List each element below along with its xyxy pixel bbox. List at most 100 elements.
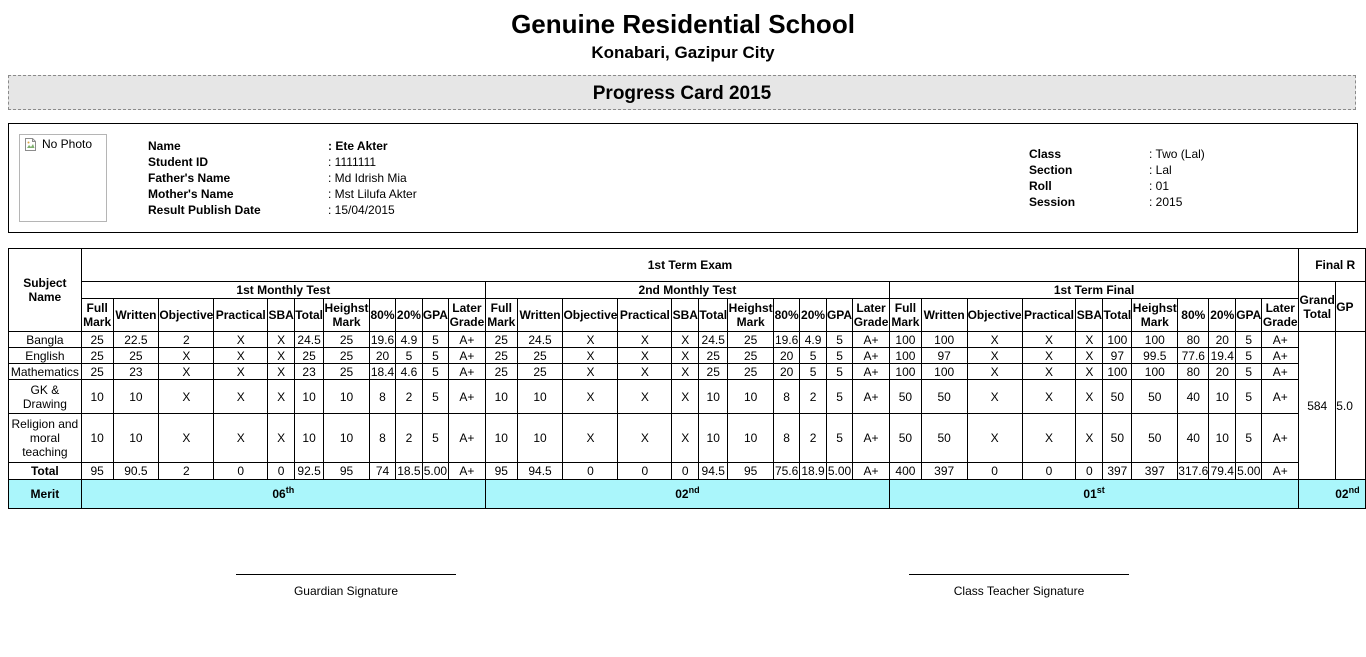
mark-cell: 80 (1177, 331, 1210, 348)
total-cell: 397 (1102, 462, 1133, 480)
mark-cell: X (1021, 379, 1077, 414)
mark-cell: 50 (889, 413, 922, 463)
mark-cell: A+ (1261, 363, 1300, 380)
mark-cell: 2 (394, 379, 423, 414)
section-label: Section (1029, 163, 1073, 177)
total-cell: 0 (562, 462, 619, 480)
class-label: Class (1029, 147, 1062, 161)
merit-number: 02 (1335, 487, 1349, 501)
mark-cell: A+ (852, 413, 890, 463)
grand-total-header: Grand Total (1298, 281, 1337, 332)
table-row: Religion and moral teaching 10 10 X X X 10 10 8 2… (8, 413, 1366, 463)
mark-cell: 50 (920, 379, 968, 414)
teacher-signature-label: Class Teacher Signature (953, 584, 1085, 598)
mark-cell: 25 (727, 363, 775, 380)
mark-cell: 24.5 (516, 331, 564, 348)
mark-cell: X (1021, 413, 1077, 463)
student-photo: No Photo (19, 134, 107, 222)
total-cell: A+ (447, 462, 486, 480)
subject-name-cell: Religion and moral teaching (8, 413, 82, 463)
father-value: Md Idrish Mia (328, 170, 407, 186)
mark-cell: X (1075, 347, 1104, 364)
mark-cell: 100 (1131, 363, 1179, 380)
mark-cell: X (671, 413, 700, 463)
total-cell: 94.5 (516, 462, 564, 480)
mark-cell: 100 (889, 331, 922, 348)
mark-cell: 5 (825, 347, 854, 364)
mark-cell: 10 (80, 379, 114, 414)
col-header-objective: Objective (966, 298, 1023, 332)
merit-suffix: th (285, 485, 295, 495)
mark-cell: A+ (447, 413, 486, 463)
progress-card-title: Progress Card 2015 (8, 75, 1356, 110)
col-header-total: Total (294, 298, 325, 332)
mark-cell: 97 (1102, 347, 1133, 364)
mark-cell: 80 (1177, 363, 1210, 380)
mark-cell: 20 (1208, 363, 1237, 380)
col-header-practical: Practical (617, 298, 673, 332)
mark-cell: 23 (112, 363, 160, 380)
final-result-header: Final R (1298, 248, 1366, 282)
mark-cell: X (671, 379, 700, 414)
merit-number: 06 (272, 487, 286, 501)
merit-label-cell: Merit (8, 479, 82, 509)
mark-cell: 24.5 (698, 331, 729, 348)
roll-value: 01 (1149, 178, 1169, 194)
mark-cell: 100 (920, 363, 968, 380)
mark-cell: 2 (158, 331, 215, 348)
mark-cell: 5 (1235, 379, 1263, 414)
mark-cell: 10 (516, 413, 564, 463)
mark-cell: 10 (698, 379, 729, 414)
col-header-full-mark: Full Mark (484, 298, 518, 332)
mark-cell: A+ (1261, 379, 1300, 414)
mark-cell: 50 (1102, 413, 1133, 463)
mark-cell: 50 (920, 413, 968, 463)
mark-cell: 2 (799, 413, 827, 463)
test-header-1: 1st Monthly Test (80, 281, 486, 299)
mark-cell: X (267, 331, 296, 348)
mark-cell: X (617, 363, 673, 380)
total-cell: 95 (80, 462, 114, 480)
col-header-written: Written (920, 298, 968, 332)
total-cell: 0 (1075, 462, 1104, 480)
total-cell: 90.5 (112, 462, 160, 480)
mark-cell: A+ (1261, 331, 1300, 348)
mark-cell: 25 (727, 331, 775, 348)
mark-cell: 5 (825, 363, 854, 380)
mark-cell: X (1021, 331, 1077, 348)
merit-number: 01 (1083, 487, 1097, 501)
mark-cell: 100 (1131, 331, 1179, 348)
col-header-practical: Practical (213, 298, 269, 332)
mark-cell: 5 (825, 331, 854, 348)
mark-cell: 10 (484, 379, 518, 414)
mark-cell: 97 (920, 347, 968, 364)
mark-cell: X (158, 347, 215, 364)
col-header-objective: Objective (562, 298, 619, 332)
table-row: GK & Drawing 10 10 X X X 10 10 8 2 5 A+ 10 10 X X X 10 10 8… (8, 379, 1366, 414)
total-cell: 5.00 (1235, 462, 1263, 480)
merit-suffix: nd (1348, 485, 1360, 495)
total-cell: 75.6 (773, 462, 801, 480)
mark-cell: 10 (1208, 379, 1237, 414)
mark-cell: 19.6 (369, 331, 396, 348)
col-header-objective: Objective (158, 298, 215, 332)
guardian-signature-line (236, 574, 456, 575)
mark-cell: 10 (1208, 413, 1237, 463)
merit-cell-2: 02nd (484, 479, 891, 509)
mark-cell: X (617, 347, 673, 364)
total-cell: 0 (213, 462, 269, 480)
mark-cell: 50 (889, 379, 922, 414)
total-cell: 2 (158, 462, 215, 480)
col-header-heighst-mark: Heighst Mark (727, 298, 775, 332)
mark-cell: X (1075, 379, 1104, 414)
mark-cell: X (158, 363, 215, 380)
col-header-20-: 20% (799, 298, 827, 332)
col-header-sba: SBA (671, 298, 700, 332)
mark-cell: 10 (516, 379, 564, 414)
term-exam-header: 1st Term Exam (80, 248, 1300, 282)
total-cell: A+ (1261, 462, 1300, 480)
mark-cell: X (1021, 363, 1077, 380)
mark-cell: 10 (294, 379, 325, 414)
class-value: Two (Lal) (1149, 146, 1204, 162)
mark-cell: A+ (852, 331, 890, 348)
